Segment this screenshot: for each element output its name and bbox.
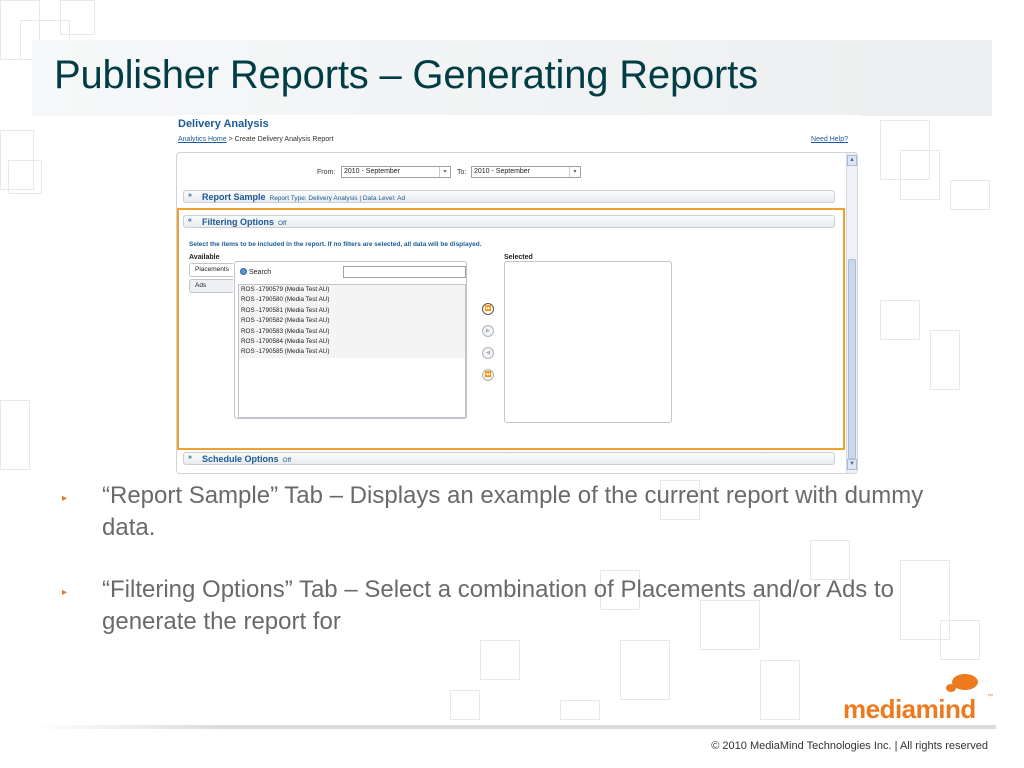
- selected-list[interactable]: [504, 261, 672, 423]
- need-help-link[interactable]: Need Help?: [811, 136, 848, 143]
- logo-bubble-tail-icon: [946, 684, 956, 692]
- logo-trademark: ™: [987, 694, 993, 700]
- to-select[interactable]: 2010 - September ▾: [471, 166, 581, 178]
- search-label-text: Search: [249, 269, 272, 276]
- footer-divider: [30, 725, 996, 729]
- section-sub: Off: [278, 220, 287, 227]
- scroll-thumb[interactable]: [848, 259, 856, 459]
- available-list[interactable]: ROS -1790579 (Media Test AU) ROS -179058…: [238, 284, 466, 418]
- section-report-sample[interactable]: » Report Sample Report Type: Delivery Ana…: [183, 190, 835, 203]
- report-panel: From: 2010 - September ▾ To: 2010 - Sept…: [176, 152, 858, 474]
- list-item[interactable]: ROS -1790579 (Media Test AU): [239, 285, 465, 296]
- section-schedule-options[interactable]: » Schedule Options Off: [183, 452, 835, 465]
- to-label: To:: [457, 169, 467, 176]
- search-label: Search: [240, 268, 271, 276]
- bullet-text: “Filtering Options” Tab – Select a combi…: [102, 576, 894, 635]
- search-icon: [240, 268, 247, 275]
- from-select[interactable]: 2010 - September ▾: [341, 166, 451, 178]
- scroll-up-icon[interactable]: ▲: [847, 155, 857, 166]
- move-all-right-button[interactable]: ⏩: [482, 303, 494, 315]
- bullet-marker-icon: ▸: [62, 587, 68, 598]
- chevron-down-icon: ▾: [439, 167, 450, 177]
- copyright-text: © 2010 MediaMind Technologies Inc. | All…: [711, 740, 988, 752]
- section-label: Filtering Options: [202, 217, 274, 227]
- breadcrumb: Analytics Home > Create Delivery Analysi…: [178, 136, 333, 143]
- chevron-down-icon: ▾: [569, 167, 580, 177]
- section-sub: Off: [282, 457, 292, 464]
- section-filtering-options[interactable]: « Filtering Options Off: [183, 215, 835, 228]
- move-all-left-button[interactable]: ⏪: [482, 369, 494, 381]
- slide-title: Publisher Reports – Generating Reports: [54, 53, 758, 97]
- move-left-button[interactable]: ◀: [482, 347, 494, 359]
- bullet-text: “Report Sample” Tab – Displays an exampl…: [102, 482, 924, 541]
- list-item[interactable]: ROS -1790582 (Media Test AU): [239, 316, 465, 327]
- search-input[interactable]: [343, 266, 466, 278]
- collapse-chevron-icon: «: [188, 217, 192, 224]
- brand-logo: mediamind: [843, 694, 976, 724]
- tab-ads[interactable]: Ads: [189, 279, 233, 293]
- section-label: Report Sample: [202, 192, 266, 202]
- section-label: Schedule Options: [202, 454, 279, 464]
- to-select-value: 2010 - September: [474, 168, 531, 175]
- filter-instruction: Select the items to be included in the r…: [189, 241, 482, 248]
- scroll-down-icon[interactable]: ▼: [847, 459, 857, 470]
- tab-placements[interactable]: Placements: [189, 263, 233, 277]
- list-item[interactable]: ROS -1790583 (Media Test AU): [239, 326, 465, 338]
- page-title: Delivery Analysis: [178, 118, 269, 130]
- available-label: Available: [189, 254, 220, 261]
- section-sub: Report Type: Delivery Analysis | Data Le…: [269, 195, 406, 202]
- list-item[interactable]: ROS -1790584 (Media Test AU): [239, 337, 465, 348]
- move-right-button[interactable]: ▶: [482, 325, 494, 337]
- breadcrumb-link-analytics-home[interactable]: Analytics Home: [178, 136, 227, 143]
- list-item[interactable]: ROS -1790580 (Media Test AU): [239, 295, 465, 306]
- expand-chevron-icon: »: [188, 192, 192, 199]
- bullet-marker-icon: ▸: [62, 493, 68, 504]
- expand-chevron-icon: »: [188, 454, 192, 461]
- available-box: Search ROS -1790579 (Media Test AU) ROS …: [234, 261, 467, 419]
- list-item[interactable]: ROS -1790581 (Media Test AU): [239, 305, 465, 317]
- list-item[interactable]: ROS -1790585 (Media Test AU): [239, 347, 465, 358]
- from-label: From:: [317, 169, 336, 176]
- vertical-scrollbar[interactable]: ▲ ▼: [846, 153, 857, 473]
- from-select-value: 2010 - September: [344, 168, 401, 175]
- breadcrumb-current: > Create Delivery Analysis Report: [226, 136, 334, 143]
- app-screenshot: Delivery Analysis Analytics Home > Creat…: [176, 115, 860, 475]
- selected-label: Selected: [504, 254, 533, 261]
